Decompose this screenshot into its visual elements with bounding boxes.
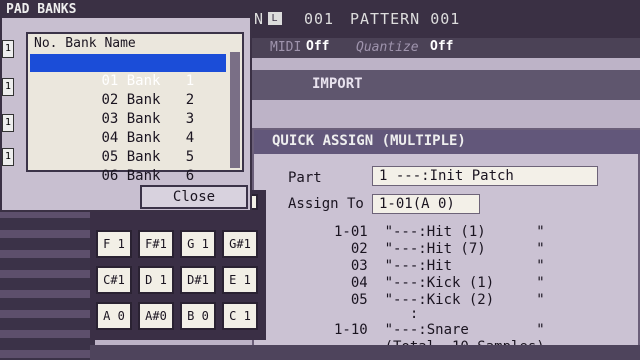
quick-assign-body: Part 1 ---:Init Patch Assign To 1-01(A 0… — [254, 154, 640, 360]
strip-line — [0, 230, 95, 238]
bottom-bar — [90, 345, 640, 360]
pad-f1[interactable]: F 1 — [96, 230, 132, 258]
pad-e1[interactable]: E 1 — [222, 266, 258, 294]
pad-d1[interactable]: D 1 — [138, 266, 174, 294]
midi-value[interactable]: Off — [306, 39, 329, 54]
sample-line: 1-10 "---:Snare " — [334, 322, 545, 338]
pad-a0[interactable]: A 0 — [96, 302, 132, 330]
bank-row[interactable]: 01 Bank 1 — [30, 54, 226, 89]
strip-line — [0, 330, 95, 338]
ellipsis-line: : — [334, 306, 419, 322]
midi-label: MIDI — [270, 40, 302, 55]
pad-cs1[interactable]: C#1 — [96, 266, 132, 294]
quick-assign-title: QUICK ASSIGN (MULTIPLE) — [254, 130, 640, 154]
pad-ds1[interactable]: D#1 — [180, 266, 216, 294]
part-field[interactable]: 1 ---:Init Patch — [372, 166, 598, 186]
strip-line — [0, 350, 95, 358]
pattern-label: N — [254, 10, 265, 28]
import-bar: IMPORT — [250, 70, 640, 100]
assign-to-field[interactable]: 1-01(A 0) — [372, 194, 480, 214]
close-button[interactable]: Close — [140, 185, 248, 209]
sample-line: 04 "---:Kick (1) " — [334, 275, 545, 291]
pad-c1[interactable]: C 1 — [222, 302, 258, 330]
bank-row[interactable]: 02 Bank 2 — [30, 73, 226, 108]
quantize-label: Quantize — [356, 40, 419, 55]
pad-banks-dialog: PAD BANKS 1 1 1 1 No. Bank Name 01 Bank … — [0, 0, 252, 212]
pad-g1[interactable]: G 1 — [180, 230, 216, 258]
strip-line — [0, 270, 95, 278]
bank-list-header: No. Bank Name — [34, 36, 136, 51]
side-button[interactable]: 1 — [2, 114, 14, 132]
side-button[interactable]: 1 — [2, 40, 14, 58]
sample-line: 1-01 "---:Hit (1) " — [334, 224, 545, 240]
pattern-number: 001 — [304, 10, 335, 28]
strip-line — [0, 290, 95, 298]
side-button[interactable]: 1 — [2, 78, 14, 96]
bank-row[interactable]: 06 Bank 6 — [30, 149, 226, 184]
bank-row[interactable]: 03 Bank 3 — [30, 92, 226, 127]
pattern-name: PATTERN 001 — [350, 10, 461, 28]
pattern-header: N L 001 PATTERN 001 — [240, 0, 640, 38]
part-label: Part — [288, 170, 322, 186]
quantize-value[interactable]: Off — [430, 39, 453, 54]
sample-line: 02 "---:Hit (7) " — [334, 241, 545, 257]
strip-line — [0, 310, 95, 318]
quick-assign-dialog: QUICK ASSIGN (MULTIPLE) Part 1 ---:Init … — [252, 128, 640, 360]
pattern-icon: L — [268, 12, 282, 25]
pad-b0[interactable]: B 0 — [180, 302, 216, 330]
bank-row[interactable]: 04 Bank 4 — [30, 111, 226, 146]
pad-fs1[interactable]: F#1 — [138, 230, 174, 258]
bank-row[interactable]: 05 Bank 5 — [30, 130, 226, 165]
pad-gs1[interactable]: G#1 — [222, 230, 258, 258]
bank-name: Bank 6 — [126, 168, 195, 184]
pad-banks-title: PAD BANKS — [2, 2, 250, 18]
screen: N L 001 PATTERN 001 MIDI Off Quantize Of… — [0, 0, 640, 360]
pad-grid: F 1 F#1 G 1 G#1 C#1 D 1 D#1 E 1 A 0 A#0 … — [90, 190, 266, 340]
pad-as0[interactable]: A#0 — [138, 302, 174, 330]
side-button[interactable]: 1 — [2, 148, 14, 166]
bank-listbox[interactable]: No. Bank Name 01 Bank 1 02 Bank 2 03 Ban… — [26, 32, 244, 184]
bank-no: 06 — [101, 168, 119, 184]
import-label: IMPORT — [312, 76, 363, 92]
bank-list-scrollbar[interactable] — [230, 52, 240, 168]
left-track-strip — [0, 200, 95, 360]
assign-to-label: Assign To — [288, 196, 364, 212]
sample-line: 03 "---:Hit " — [334, 258, 545, 274]
midi-quantize-bar: MIDI Off Quantize Off — [240, 38, 640, 58]
strip-line — [0, 250, 95, 258]
